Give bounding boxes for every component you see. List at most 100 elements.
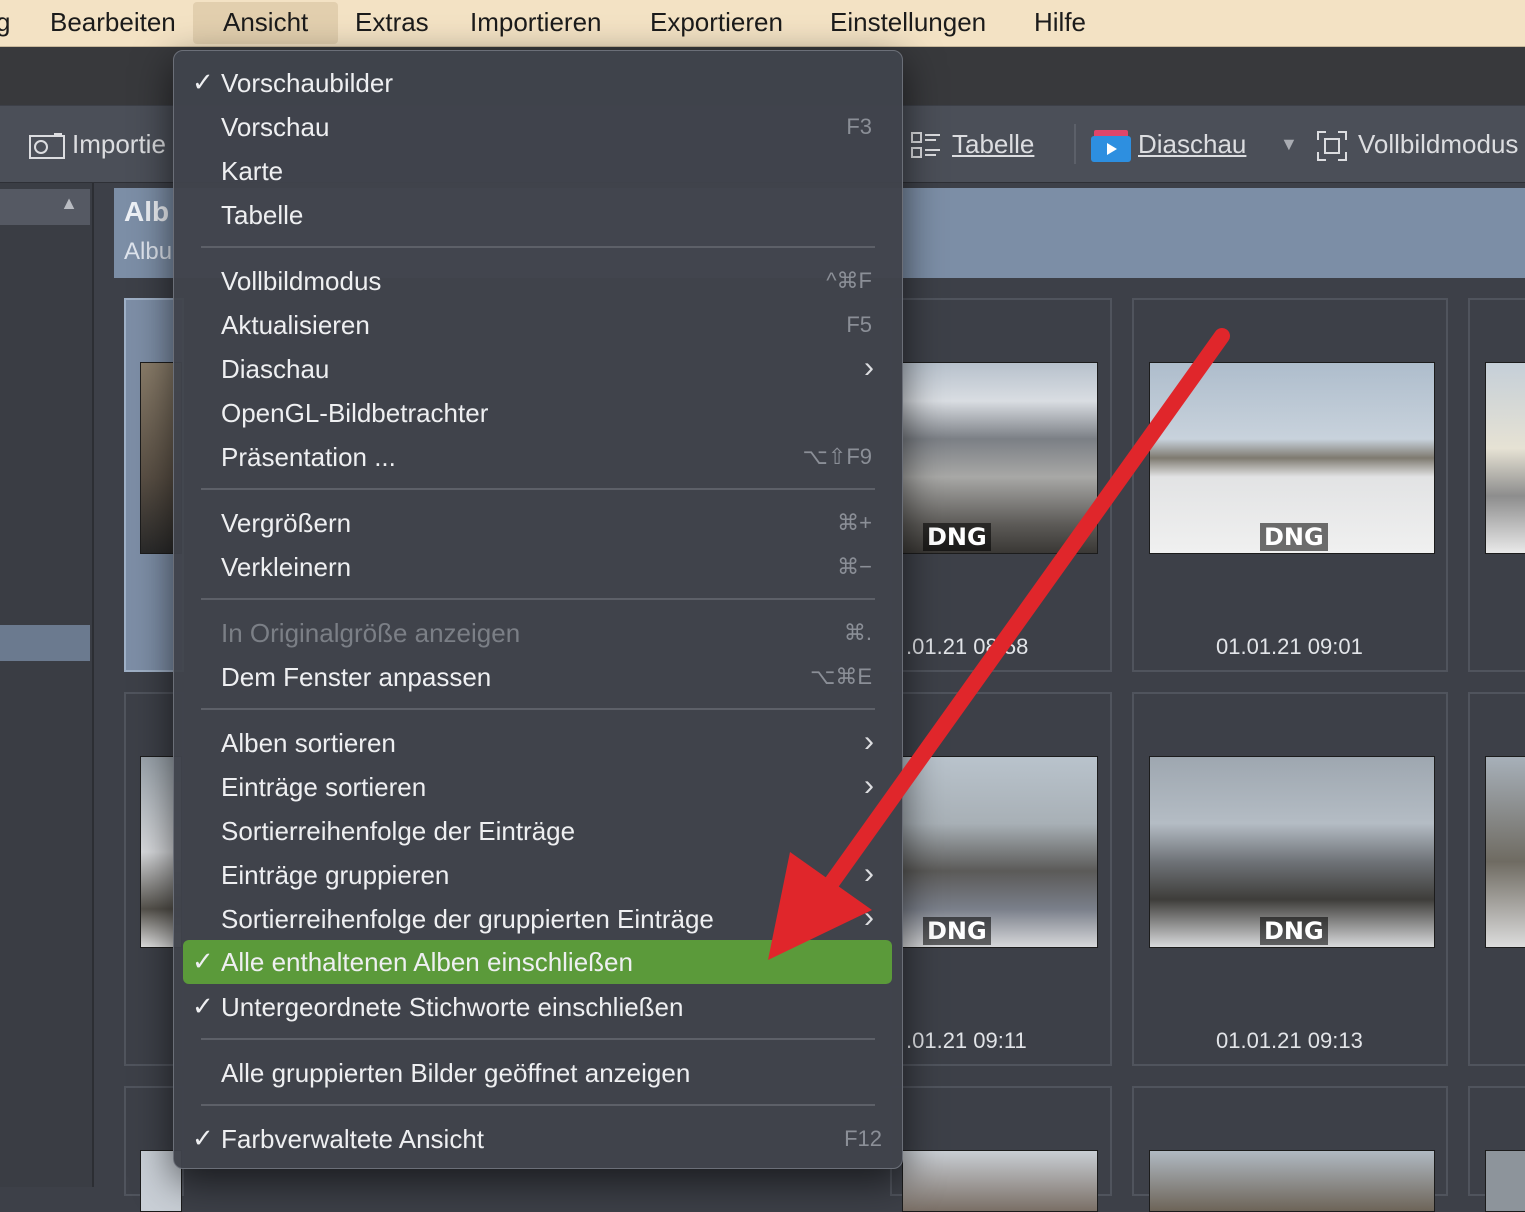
thumbnail-cell[interactable] xyxy=(1468,692,1525,1066)
menu-separator xyxy=(201,488,875,490)
menu-item-opengl[interactable]: OpenGL-Bildbetrachter xyxy=(174,391,902,435)
submenu-chevron-icon: › xyxy=(864,857,874,890)
menu-item-sortierreihenfolge[interactable]: Sortierreihenfolge der Einträge xyxy=(174,809,902,853)
menu-extras[interactable]: Extras xyxy=(355,0,429,46)
checkmark-icon: ✓ xyxy=(192,991,214,1021)
thumbnail-image[interactable] xyxy=(902,1150,1098,1212)
menu-item-label: Verkleinern xyxy=(221,552,352,582)
sidebar-selected-item[interactable] xyxy=(0,625,90,661)
thumbnail-timestamp: 01.01.21 09:01 xyxy=(1216,634,1363,659)
menu-item-label: Einträge gruppieren xyxy=(221,860,450,890)
menu-item-diaschau[interactable]: Diaschau › xyxy=(174,347,902,391)
menu-item-tabelle[interactable]: Tabelle xyxy=(174,193,902,237)
menu-app-fragment[interactable]: g xyxy=(0,0,10,46)
menu-item-gruppierte-bilder[interactable]: Alle gruppierten Bilder geöffnet anzeige… xyxy=(174,1051,902,1095)
thumbnail-image[interactable] xyxy=(1485,756,1525,948)
menu-item-label: Vorschaubilder xyxy=(221,68,393,98)
checkmark-icon: ✓ xyxy=(192,67,214,97)
menu-separator xyxy=(201,708,875,710)
menu-item-originalgroesse: In Originalgröße anzeigen ⌘. xyxy=(174,611,902,655)
menu-item-vorschau[interactable]: Vorschau F3 xyxy=(174,105,902,149)
thumbnail-cell[interactable] xyxy=(1132,1086,1448,1212)
thumbnail-image[interactable]: DNG xyxy=(902,756,1098,948)
thumbnail-cell[interactable]: DNG .01.21 09:11 xyxy=(890,692,1112,1066)
thumbnail-image[interactable]: DNG xyxy=(1149,362,1435,554)
menu-item-karte[interactable]: Karte xyxy=(174,149,902,193)
thumbnail-timestamp: .01.21 09:11 xyxy=(906,1028,1027,1053)
thumbnail-image[interactable]: DNG xyxy=(902,362,1098,554)
view-dropdown-menu: ✓ Vorschaubilder Vorschau F3 Karte Tabel… xyxy=(173,50,903,1169)
thumbnail-image[interactable]: DNG xyxy=(1149,756,1435,948)
album-sidebar: ▲ xyxy=(0,183,94,1187)
menu-separator xyxy=(201,1104,875,1106)
thumbnail-cell[interactable] xyxy=(890,1086,1112,1212)
menu-item-alben-sortieren[interactable]: Alben sortieren › xyxy=(174,721,902,765)
fullscreen-button[interactable]: Vollbildmodus xyxy=(1316,106,1518,182)
menu-item-alle-alben-einschliessen[interactable]: ✓ Alle enthaltenen Alben einschließen xyxy=(183,940,892,984)
menu-item-verkleinern[interactable]: Verkleinern ⌘− xyxy=(174,545,902,589)
import-label: Importie xyxy=(72,129,166,159)
menu-item-vollbildmodus[interactable]: Vollbildmodus ^⌘F xyxy=(174,259,902,303)
menu-item-label: Sortierreihenfolge der Einträge xyxy=(221,816,576,846)
menu-item-shortcut: F3 xyxy=(846,114,872,139)
menu-hilfe[interactable]: Hilfe xyxy=(1034,0,1086,46)
menu-item-label: Vorschau xyxy=(221,112,330,142)
menu-item-shortcut: ⌘. xyxy=(843,620,872,645)
menu-item-sortierreihenfolge-gruppiert[interactable]: Sortierreihenfolge der gruppierten Eintr… xyxy=(174,897,902,941)
menu-bearbeiten[interactable]: Bearbeiten xyxy=(50,0,176,46)
menu-item-vergroessern[interactable]: Vergrößern ⌘+ xyxy=(174,501,902,545)
menu-item-shortcut: ⌥⇧F9 xyxy=(802,444,872,469)
menu-item-eintraege-sortieren[interactable]: Einträge sortieren › xyxy=(174,765,902,809)
menu-item-shortcut: ^⌘F xyxy=(826,268,872,293)
menu-item-stichworte-einschliessen[interactable]: ✓ Untergeordnete Stichworte einschließen xyxy=(174,985,902,1029)
thumbnail-cell[interactable]: DNG .01.21 08:58 xyxy=(890,298,1112,672)
menu-ansicht[interactable]: Ansicht xyxy=(193,2,339,44)
menu-item-aktualisieren[interactable]: Aktualisieren F5 xyxy=(174,303,902,347)
submenu-chevron-icon: › xyxy=(864,725,874,758)
menu-item-shortcut: ⌘+ xyxy=(837,510,872,535)
menu-item-vorschaubilder[interactable]: ✓ Vorschaubilder xyxy=(174,61,902,105)
album-subtitle: Albu xyxy=(124,238,173,265)
menu-item-shortcut: ⌘− xyxy=(837,554,872,579)
menu-item-praesentation[interactable]: Präsentation ... ⌥⇧F9 xyxy=(174,435,902,479)
menu-importieren[interactable]: Importieren xyxy=(470,0,602,46)
checkmark-icon: ✓ xyxy=(192,1123,214,1153)
thumbnail-cell[interactable] xyxy=(1468,1086,1525,1212)
menu-item-label: Alle enthaltenen Alben einschließen xyxy=(221,947,633,977)
menu-item-label: Sortierreihenfolge der gruppierten Eintr… xyxy=(221,904,714,934)
submenu-chevron-icon: › xyxy=(864,901,874,934)
menu-bar: g Bearbeiten Ansicht Extras Importieren … xyxy=(0,0,1525,47)
menu-separator xyxy=(201,1038,875,1040)
slideshow-dropdown-icon[interactable]: ▼ xyxy=(1280,106,1298,182)
slideshow-button[interactable]: Diaschau xyxy=(1090,106,1246,182)
collapse-up-icon[interactable]: ▲ xyxy=(60,193,78,214)
import-button[interactable]: Importie xyxy=(28,106,166,182)
menu-item-label: Diaschau xyxy=(221,354,330,384)
menu-item-eintraege-gruppieren[interactable]: Einträge gruppieren › xyxy=(174,853,902,897)
menu-einstellungen[interactable]: Einstellungen xyxy=(830,0,986,46)
thumbnail-image[interactable] xyxy=(1149,1150,1435,1212)
menu-item-label: Alle gruppierten Bilder geöffnet anzeige… xyxy=(221,1058,691,1088)
menu-item-label: Karte xyxy=(221,156,284,186)
menu-item-label: Farbverwaltete Ansicht xyxy=(221,1124,485,1154)
table-view-button[interactable]: Tabelle xyxy=(910,106,1034,182)
thumbnail-cell[interactable] xyxy=(1468,298,1525,672)
submenu-chevron-icon: › xyxy=(864,351,874,384)
menu-item-farbverwaltete-ansicht[interactable]: ✓ Farbverwaltete Ansicht F12 xyxy=(174,1117,902,1161)
thumbnail-image[interactable] xyxy=(1485,1150,1525,1212)
thumbnail-image[interactable] xyxy=(1485,362,1525,554)
thumbnail-timestamp: 01.01.21 09:13 xyxy=(1216,1028,1363,1053)
fullscreen-label: Vollbildmodus xyxy=(1358,129,1519,159)
menu-exportieren[interactable]: Exportieren xyxy=(650,0,783,46)
slideshow-icon xyxy=(1091,130,1131,163)
table-view-label: Tabelle xyxy=(952,129,1035,159)
menu-item-fenster-anpassen[interactable]: Dem Fenster anpassen ⌥⌘E xyxy=(174,655,902,699)
dng-badge: DNG xyxy=(923,523,991,551)
sidebar-header[interactable]: ▲ xyxy=(0,189,90,225)
menu-item-label: Aktualisieren xyxy=(221,310,370,340)
thumbnail-cell[interactable]: DNG 01.01.21 09:13 xyxy=(1132,692,1448,1066)
menu-item-shortcut: ⌥⌘E xyxy=(809,664,872,689)
menu-item-label: Präsentation ... xyxy=(221,442,396,472)
thumbnail-cell[interactable]: DNG 01.01.21 09:01 xyxy=(1132,298,1448,672)
menu-item-label: Einträge sortieren xyxy=(221,772,427,802)
